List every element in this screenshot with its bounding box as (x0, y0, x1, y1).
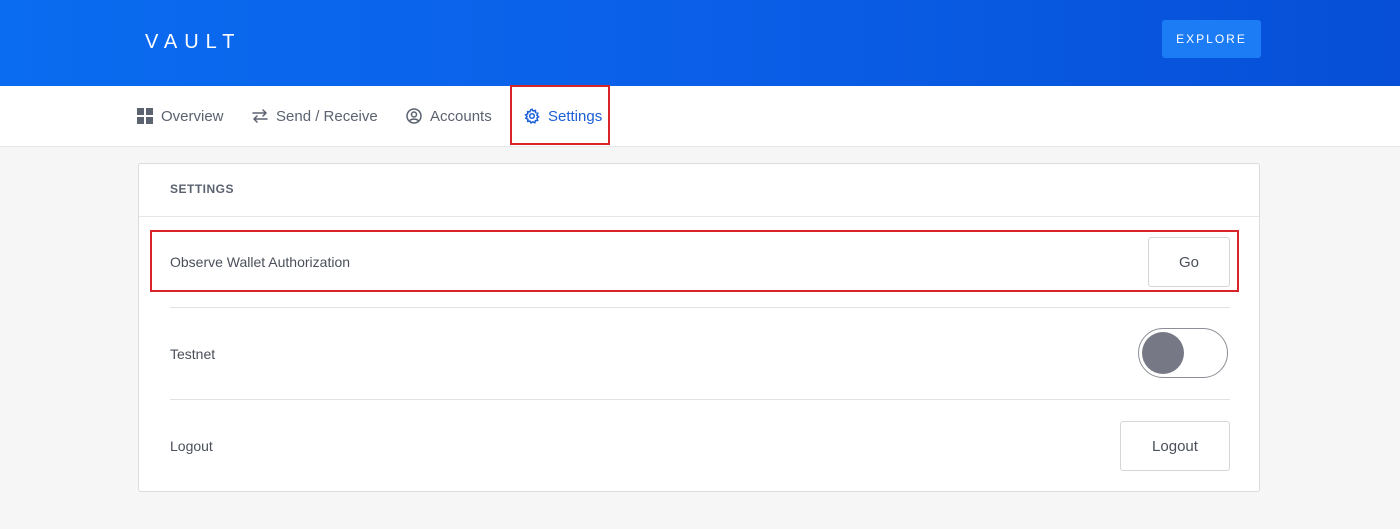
user-circle-icon (406, 108, 422, 124)
swap-arrows-icon (252, 108, 268, 124)
go-button[interactable]: Go (1148, 237, 1230, 287)
nav-item-send-receive[interactable]: Send / Receive (252, 86, 378, 146)
testnet-toggle[interactable] (1138, 328, 1228, 378)
toggle-knob (1142, 332, 1184, 374)
testnet-label: Testnet (170, 346, 216, 362)
logout-button[interactable]: Logout (1120, 421, 1230, 471)
nav-item-accounts[interactable]: Accounts (406, 86, 492, 146)
logout-label: Logout (170, 438, 213, 454)
nav-item-settings[interactable]: Settings (524, 86, 602, 146)
nav-item-overview[interactable]: Overview (137, 86, 224, 146)
settings-card: SETTINGS Observe Wallet Authorization Go… (138, 163, 1260, 492)
top-header: VAULT EXPLORE (0, 0, 1400, 86)
nav-item-label: Accounts (430, 107, 492, 125)
app-logo: VAULT (145, 31, 242, 53)
card-header-divider (139, 216, 1259, 217)
explore-button[interactable]: EXPLORE (1162, 20, 1261, 58)
settings-card-title: SETTINGS (170, 182, 235, 196)
row-divider (170, 307, 1230, 308)
nav-item-label: Settings (548, 107, 603, 125)
main-nav: Overview Send / Receive Accounts Setting… (0, 86, 1400, 147)
gear-icon (524, 108, 540, 124)
row-divider (170, 399, 1230, 400)
nav-item-label: Send / Receive (276, 107, 378, 125)
grid-icon (137, 108, 153, 124)
nav-item-label: Overview (161, 107, 224, 125)
observe-wallet-label: Observe Wallet Authorization (170, 254, 351, 270)
